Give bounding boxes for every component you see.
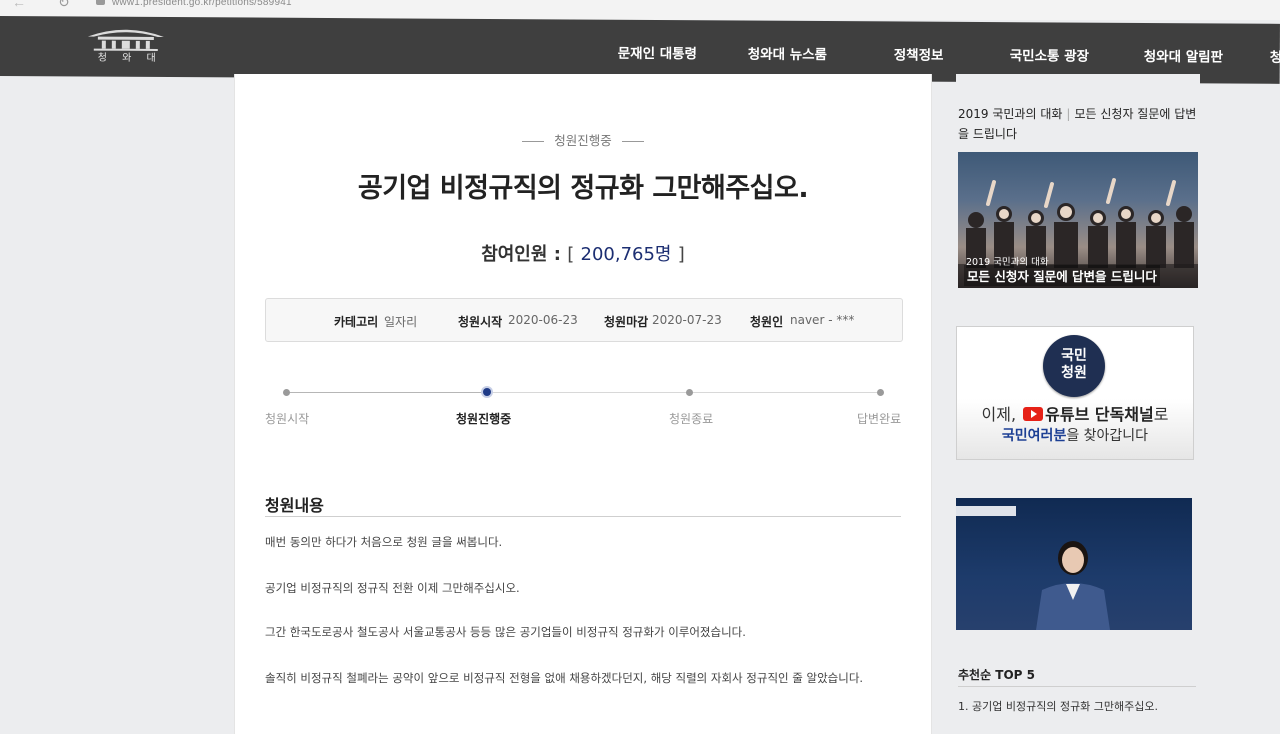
content-paragraph: 공기업 비정규직의 정규직 전환 이제 그만해주십시오. bbox=[265, 581, 520, 595]
logo-text: 청 와 대 bbox=[97, 52, 162, 64]
participant-label: 참여인원 : bbox=[481, 244, 561, 265]
content-paragraph: 솔직히 비정규직 철폐라는 공약이 앞으로 비정규직 전형을 없애 채용하겠다던… bbox=[265, 671, 864, 685]
content-title: 청원내용 bbox=[265, 496, 324, 515]
bracket-close: ] bbox=[677, 244, 685, 265]
petition-badge-icon: 국민 청원 bbox=[1043, 335, 1105, 397]
video-briefing-banner[interactable] bbox=[956, 498, 1192, 630]
progress-label-closed: 청원종료 bbox=[669, 412, 714, 426]
heading-separator: | bbox=[1066, 107, 1071, 121]
end-date-label: 청원마감 bbox=[604, 315, 649, 329]
petition-info-box: 카테고리 일자리 청원시작 2020-06-23 청원마감 2020-07-23… bbox=[265, 298, 903, 342]
progress-dot-closed bbox=[686, 389, 693, 396]
participant-value: 200,765명 bbox=[580, 244, 672, 265]
progress-dot-active bbox=[483, 388, 491, 396]
progress-dot-start bbox=[283, 389, 290, 396]
author-value: naver - *** bbox=[790, 313, 855, 327]
sidebar-heading-left: 2019 국민과의 대화 bbox=[958, 107, 1063, 121]
youtube-icon bbox=[1023, 407, 1044, 421]
nav-item-more[interactable]: 청 bbox=[1270, 46, 1280, 66]
video-title-strip bbox=[956, 506, 1016, 516]
banner-line-1-a: 이제, bbox=[981, 405, 1017, 424]
banner-line-1-b: 유튜브 단독채널 bbox=[1045, 405, 1154, 424]
top5-item[interactable]: 1. 공기업 비정규직의 정규화 그만해주십오. bbox=[958, 698, 1158, 714]
progress-label-answered: 답변완료 bbox=[857, 412, 902, 426]
petition-status: 청원진행중 bbox=[235, 130, 931, 149]
banner-line-1-c: 로 bbox=[1153, 405, 1169, 424]
progress-fill bbox=[287, 392, 487, 393]
speaker-photo-icon bbox=[1036, 541, 1110, 630]
banner-line-1: 이제, 유튜브 단독채널로 bbox=[957, 401, 1193, 425]
content-divider bbox=[265, 516, 901, 517]
progress-dot-answered bbox=[877, 389, 884, 396]
category-label: 카테고리 bbox=[334, 315, 379, 329]
sidebar-heading[interactable]: 2019 국민과의 대화 | 모든 신청자 질문에 답변을 드립니다 bbox=[958, 104, 1202, 144]
nav-item-policy[interactable]: 정책정보 bbox=[894, 43, 944, 63]
badge-line-1: 국민 bbox=[1061, 348, 1087, 364]
banner-line-2-b: 을 찾아갑니다 bbox=[1066, 428, 1149, 444]
bracket-open: [ bbox=[567, 244, 575, 265]
top5-title: 추천순 TOP 5 bbox=[958, 668, 1036, 682]
category-value: 일자리 bbox=[384, 315, 418, 329]
youtube-channel-banner[interactable]: 국민 청원 이제, 유튜브 단독채널로 국민여러분을 찾아갑니다 bbox=[956, 326, 1194, 460]
reload-icon[interactable]: ↻ bbox=[58, 0, 70, 11]
forward-icon[interactable]: ← bbox=[12, 0, 26, 10]
author-label: 청원인 bbox=[750, 315, 784, 329]
content-paragraph: 매번 동의만 하다가 처음으로 청원 글을 써봅니다. bbox=[265, 535, 503, 549]
lock-icon bbox=[96, 0, 105, 5]
address-url[interactable]: www1.president.go.kr/petitions/589941 bbox=[112, 0, 292, 8]
town-hall-banner[interactable]: 2019 국민과의 대화 모든 신청자 질문에 답변을 드립니다 bbox=[958, 152, 1198, 288]
top5-divider bbox=[958, 686, 1196, 687]
nav-item-newsroom[interactable]: 청와대 뉴스룸 bbox=[748, 43, 827, 63]
site-logo[interactable]: 청 와 대 bbox=[84, 23, 168, 70]
banner-line-2: 국민여러분을 찾아갑니다 bbox=[957, 425, 1193, 445]
banner-caption: 모든 신청자 질문에 답변을 드립니다 bbox=[964, 265, 1160, 286]
nav-item-communication[interactable]: 국민소통 광장 bbox=[1010, 44, 1089, 64]
progress-label-active: 청원진행중 bbox=[456, 412, 512, 426]
nav-item-president[interactable]: 문재인 대통령 bbox=[618, 42, 697, 62]
petition-panel: 청원진행중 공기업 비정규직의 정규화 그만해주십오. 참여인원 : [ 200… bbox=[234, 74, 932, 734]
nav-item-notice[interactable]: 청와대 알림판 bbox=[1144, 45, 1223, 65]
content-paragraph: 그간 한국도로공사 철도공사 서울교통공사 등등 많은 공기업들이 비정규직 정… bbox=[265, 625, 746, 639]
badge-line-2: 청원 bbox=[1061, 365, 1087, 381]
banner-line-2-a: 국민여러분 bbox=[1001, 428, 1067, 444]
end-date-value: 2020-07-23 bbox=[652, 313, 722, 327]
petition-title: 공기업 비정규직의 정규화 그만해주십오. bbox=[357, 173, 809, 204]
progress-track bbox=[287, 392, 881, 393]
start-date-value: 2020-06-23 bbox=[508, 313, 578, 327]
participant-count: 참여인원 : [ 200,765명 ] bbox=[235, 240, 931, 266]
start-date-label: 청원시작 bbox=[458, 315, 503, 329]
sidebar: 2019 국민과의 대화 | 모든 신청자 질문에 답변을 드립니다 2019 … bbox=[956, 74, 1200, 734]
progress-label-start: 청원시작 bbox=[265, 412, 310, 426]
